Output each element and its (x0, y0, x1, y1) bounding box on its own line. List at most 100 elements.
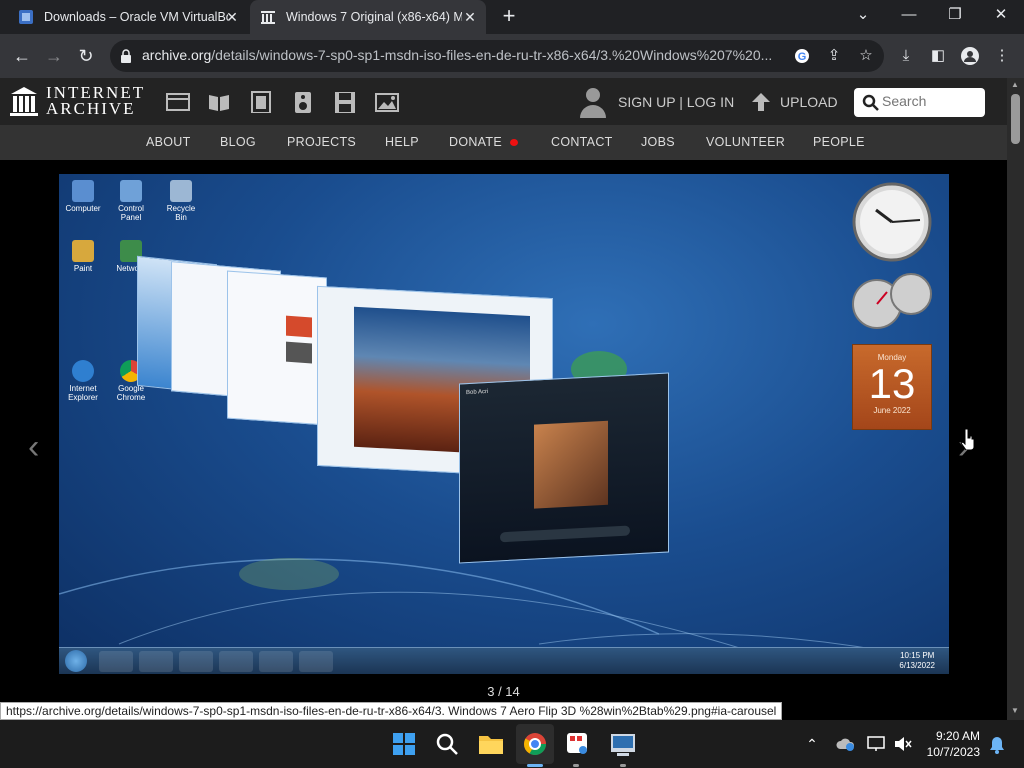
link-status-bar: https://archive.org/details/windows-7-sp… (0, 702, 783, 720)
tab-title: Downloads – Oracle VM VirtualBox (44, 10, 228, 24)
desktop-icon-computer[interactable]: Computer (63, 180, 103, 213)
images-icon[interactable] (375, 91, 399, 113)
meter-gadget[interactable] (851, 270, 933, 330)
running-indicator (573, 764, 579, 767)
close-window-button[interactable]: ✕ (978, 0, 1024, 34)
ia-logo[interactable]: INTERNET ARCHIVE (10, 84, 145, 117)
web-icon[interactable] (166, 91, 190, 113)
ia-subnav: ABOUT BLOG PROJECTS HELP DONATE CONTACT … (0, 125, 1007, 160)
menu-icon[interactable]: ⋮ (990, 44, 1014, 68)
desktop-icon-internet-explorer[interactable]: Internet Explorer (63, 360, 103, 402)
search-icon (862, 94, 879, 111)
lock-icon (120, 49, 132, 63)
hand-cursor-icon (960, 428, 975, 450)
file-explorer-icon[interactable] (475, 728, 507, 760)
archive-icon (260, 9, 276, 25)
clock-gadget[interactable] (852, 182, 932, 262)
win7-taskbar-ie[interactable] (139, 651, 173, 672)
user-icon (580, 88, 606, 118)
system-clock[interactable]: 9:20 AM 10/7/2023 (918, 728, 980, 760)
win7-taskbar-media[interactable] (179, 651, 213, 672)
nav-blog[interactable]: BLOG (220, 135, 256, 149)
virtualbox-icon (18, 9, 34, 25)
nav-about[interactable]: ABOUT (146, 135, 191, 149)
scrollbar-thumb[interactable] (1011, 94, 1020, 144)
flip-window-media-player[interactable]: Bob Acri (459, 372, 669, 564)
flip-window-explorer[interactable] (227, 270, 327, 426)
bookmark-star-icon[interactable]: ☆ (856, 46, 876, 66)
audio-icon[interactable] (291, 91, 315, 113)
scroll-down-icon[interactable]: ▼ (1011, 706, 1019, 715)
tab-search-icon[interactable]: ⌄ (840, 0, 886, 34)
tab-title: Windows 7 Original (x86-x64) MSDN (286, 10, 462, 24)
carousel-prev-button[interactable]: ‹ (28, 430, 39, 464)
video-icon[interactable] (249, 91, 273, 113)
archive-building-icon (10, 87, 38, 116)
browser-tab-strip: Downloads – Oracle VM VirtualBox ✕ Windo… (0, 0, 1024, 34)
nav-donate[interactable]: DONATE (449, 135, 518, 149)
nav-help[interactable]: HELP (385, 135, 419, 149)
download-icon[interactable]: ⤓ (894, 44, 918, 68)
close-tab-icon[interactable]: ✕ (462, 9, 478, 25)
chevron-up-icon[interactable]: ⌃ (804, 734, 820, 754)
upload-icon (752, 93, 770, 111)
win7-taskbar-app[interactable] (259, 651, 293, 672)
win7-taskbar-app[interactable] (299, 651, 333, 672)
svg-text:G: G (798, 51, 807, 63)
page-scrollbar[interactable]: ▲ ▼ (1007, 78, 1024, 720)
search-box[interactable] (854, 88, 985, 117)
win7-start-button[interactable] (65, 650, 87, 672)
win7-taskbar: 10:15 PM 6/13/2022 (59, 647, 949, 674)
forward-button[interactable]: → (40, 42, 68, 70)
volume-muted-icon[interactable] (893, 735, 913, 753)
scroll-up-icon[interactable]: ▲ (1011, 80, 1019, 89)
search-icon[interactable] (431, 728, 463, 760)
virtualbox-icon[interactable] (607, 728, 639, 760)
tab-windows7-archive[interactable]: Windows 7 Original (x86-x64) MSDN ✕ (250, 0, 486, 34)
minimize-button[interactable]: — (886, 0, 932, 34)
onedrive-icon[interactable] (836, 736, 856, 752)
side-panel-icon[interactable]: ◧ (926, 44, 950, 68)
win7-taskbar-explorer[interactable] (99, 651, 133, 672)
tab-virtualbox-downloads[interactable]: Downloads – Oracle VM VirtualBox ✕ (8, 0, 248, 34)
desktop-icon-control-panel[interactable]: Control Panel (111, 180, 151, 222)
windows-start-icon[interactable] (388, 728, 420, 760)
restore-button[interactable]: ❐ (932, 0, 978, 34)
close-tab-icon[interactable]: ✕ (224, 9, 240, 25)
reload-button[interactable]: ↻ (72, 42, 100, 70)
signup-login-link[interactable]: SIGN UP | LOG IN (578, 86, 734, 118)
chrome-icon[interactable] (519, 728, 551, 760)
heart-icon (509, 139, 518, 147)
nav-volunteer[interactable]: VOLUNTEER (706, 135, 785, 149)
carousel-image[interactable]: Computer Control Panel Recycle Bin Paint… (59, 174, 949, 674)
software-icon[interactable] (333, 91, 357, 113)
address-bar[interactable]: archive.org/details/windows-7-sp0-sp1-ms… (110, 40, 884, 72)
win7-taskbar-chrome[interactable] (219, 651, 253, 672)
win7-clock: 10:15 PM 6/13/2022 (899, 651, 935, 670)
nav-jobs[interactable]: JOBS (641, 135, 675, 149)
running-indicator (620, 764, 626, 767)
snipping-tool-icon[interactable] (562, 728, 594, 760)
desktop-icon-paint[interactable]: Paint (63, 240, 103, 273)
google-icon[interactable]: G (792, 46, 812, 66)
share-icon[interactable]: ⇪ (824, 46, 844, 66)
notification-bell-icon[interactable] (988, 735, 1006, 755)
nav-projects[interactable]: PROJECTS (287, 135, 356, 149)
desktop-icon-recycle-bin[interactable]: Recycle Bin (161, 180, 201, 222)
ia-header: INTERNET ARCHIVE SIGN UP | LOG IN UPLOAD (0, 78, 1007, 125)
nav-people[interactable]: PEOPLE (813, 135, 865, 149)
active-indicator (527, 764, 543, 767)
texts-icon[interactable] (207, 91, 231, 113)
url-text: archive.org/details/windows-7-sp0-sp1-ms… (142, 47, 773, 63)
new-tab-button[interactable]: + (498, 5, 520, 28)
nav-contact[interactable]: CONTACT (551, 135, 613, 149)
back-button[interactable]: ← (8, 42, 36, 70)
browser-toolbar: ← → ↻ archive.org/details/windows-7-sp0-… (0, 34, 1024, 78)
network-icon[interactable] (866, 735, 888, 753)
profile-icon[interactable] (958, 44, 982, 68)
calendar-gadget[interactable]: Monday 13 June 2022 (852, 344, 932, 430)
windows-taskbar: ⌃ 9:20 AM 10/7/2023 (0, 720, 1024, 768)
carousel-counter: 3 / 14 (487, 684, 520, 699)
search-input[interactable] (882, 93, 978, 109)
upload-link[interactable]: UPLOAD (750, 91, 838, 113)
